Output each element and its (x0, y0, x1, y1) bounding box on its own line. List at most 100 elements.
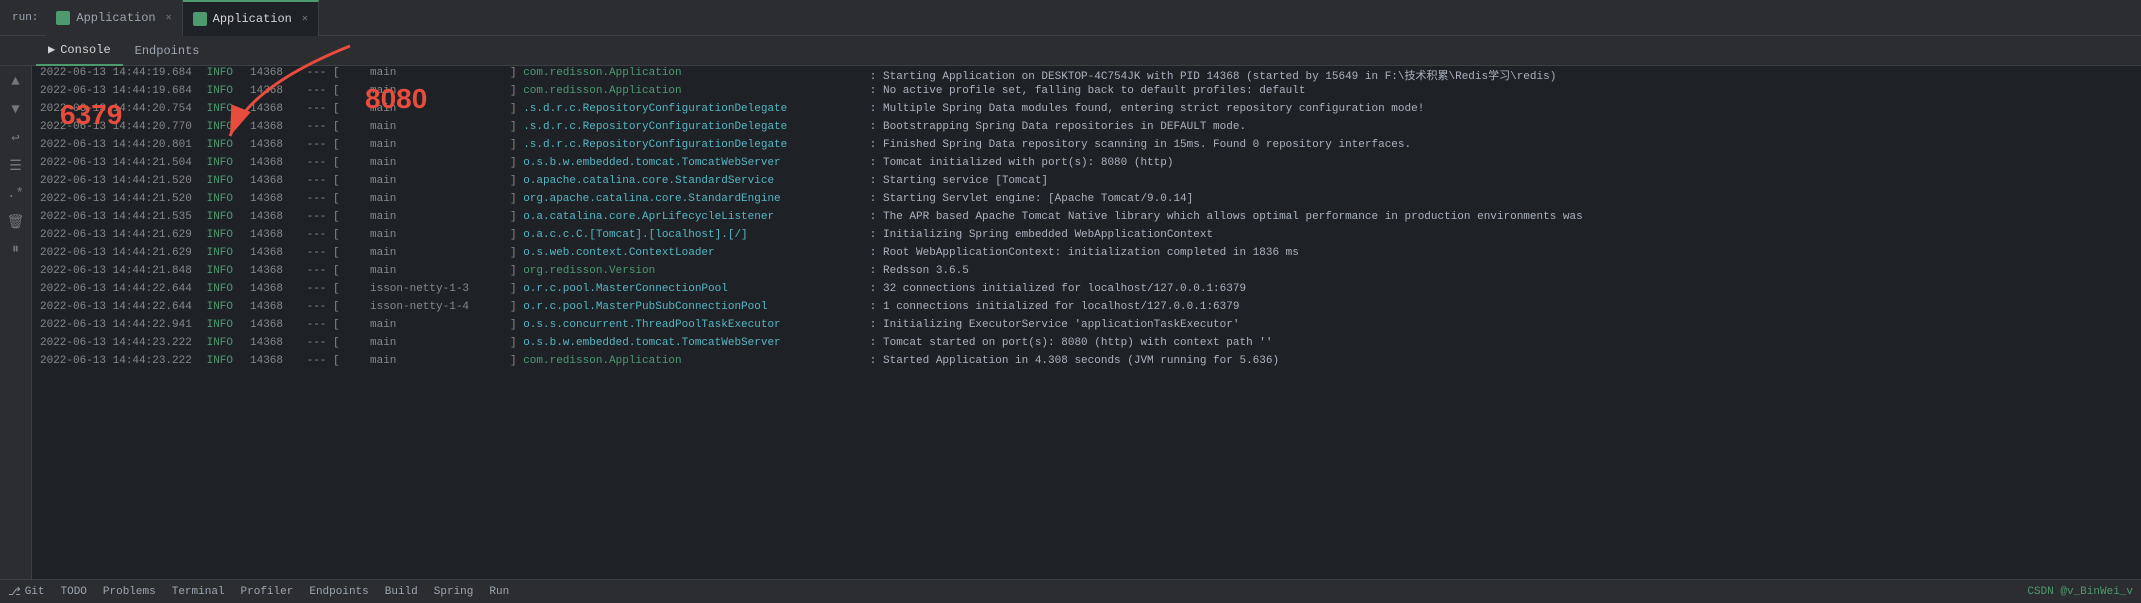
log-thread-close: ] (510, 157, 523, 169)
log-level: INFO (200, 229, 250, 241)
log-thread-close: ] (510, 319, 523, 331)
spring-label: Spring (434, 586, 474, 598)
log-pid: 14368 (250, 193, 300, 205)
log-row: 2022-06-13 14:44:22.644 INFO 14368 --- [… (32, 282, 2141, 300)
subtab-bar: ▶ Console Endpoints (0, 36, 2141, 66)
tab-label-1: Application (76, 11, 155, 25)
log-row: 2022-06-13 14:44:21.629 INFO 14368 --- [… (32, 228, 2141, 246)
log-row: 2022-06-13 14:44:21.520 INFO 14368 --- [… (32, 192, 2141, 210)
endpoints-label: Endpoints (135, 44, 200, 58)
tab-application-2[interactable]: Application ✕ (183, 0, 319, 36)
sidebar-clear-icon[interactable]: 🗑 (4, 210, 28, 234)
subtab-endpoints[interactable]: Endpoints (123, 36, 212, 66)
log-timestamp: 2022-06-13 14:44:22.644 (40, 283, 200, 295)
log-timestamp: 2022-06-13 14:44:20.754 (40, 103, 200, 115)
log-thread-close: ] (510, 85, 523, 97)
log-thread: main (370, 229, 510, 241)
status-problems[interactable]: Problems (103, 586, 156, 598)
log-sep: --- [ (300, 67, 370, 79)
log-logger: com.redisson.Application (523, 355, 863, 367)
status-git[interactable]: ⎇ Git (8, 585, 45, 599)
sidebar-regex-icon[interactable]: .* (4, 182, 28, 206)
log-row: 2022-06-13 14:44:19.684 INFO 14368 --- [… (32, 84, 2141, 102)
log-thread-close: ] (510, 211, 523, 223)
app-icon-1 (56, 11, 70, 25)
sidebar: ▲ ▼ ↩ ☰ .* 🗑 ⏸ (0, 66, 32, 579)
log-thread-close: ] (510, 229, 523, 241)
log-message: : Initializing ExecutorService 'applicat… (863, 319, 2133, 331)
log-sep: --- [ (300, 337, 370, 349)
status-run[interactable]: Run (489, 586, 509, 598)
log-level: INFO (200, 247, 250, 259)
sidebar-wrap-icon[interactable]: ↩ (4, 126, 28, 150)
log-logger: com.redisson.Application (523, 67, 863, 79)
log-logger: .s.d.r.c.RepositoryConfigurationDelegate (523, 121, 863, 133)
console-output[interactable]: 2022-06-13 14:44:19.684 INFO 14368 --- [… (32, 66, 2141, 579)
log-level: INFO (200, 355, 250, 367)
log-thread-close: ] (510, 103, 523, 115)
log-thread-close: ] (510, 247, 523, 259)
tab-close-1[interactable]: ✕ (166, 12, 172, 24)
app-icon-2 (193, 12, 207, 26)
git-label: Git (25, 586, 45, 598)
status-spring[interactable]: Spring (434, 586, 474, 598)
log-row: 2022-06-13 14:44:21.848 INFO 14368 --- [… (32, 264, 2141, 282)
log-thread: main (370, 103, 510, 115)
status-todo[interactable]: TODO (61, 586, 87, 598)
log-level: INFO (200, 193, 250, 205)
sidebar-filter-icon[interactable]: ☰ (4, 154, 28, 178)
log-message: : Tomcat started on port(s): 8080 (http)… (863, 337, 2133, 349)
log-pid: 14368 (250, 319, 300, 331)
log-row: 2022-06-13 14:44:23.222 INFO 14368 --- [… (32, 336, 2141, 354)
log-message: : Starting service [Tomcat] (863, 175, 2133, 187)
log-message: : No active profile set, falling back to… (863, 85, 2133, 97)
log-logger: o.apache.catalina.core.StandardService (523, 175, 863, 187)
log-thread: main (370, 319, 510, 331)
log-message: : Finished Spring Data repository scanni… (863, 139, 2133, 151)
log-thread-close: ] (510, 139, 523, 151)
log-timestamp: 2022-06-13 14:44:19.684 (40, 67, 200, 79)
csdn-watermark: CSDN @v_BinWei_v (2027, 586, 2133, 598)
log-timestamp: 2022-06-13 14:44:21.629 (40, 229, 200, 241)
log-sep: --- [ (300, 283, 370, 295)
subtab-console[interactable]: ▶ Console (36, 36, 123, 66)
status-bar: ⎇ Git TODO Problems Terminal Profiler En… (0, 579, 2141, 603)
log-timestamp: 2022-06-13 14:44:21.535 (40, 211, 200, 223)
tab-close-2[interactable]: ✕ (302, 13, 308, 25)
tab-application-1[interactable]: Application ✕ (46, 0, 182, 36)
log-timestamp: 2022-06-13 14:44:19.684 (40, 85, 200, 97)
log-timestamp: 2022-06-13 14:44:23.222 (40, 337, 200, 349)
log-logger: o.r.c.pool.MasterPubSubConnectionPool (523, 301, 863, 313)
log-pid: 14368 (250, 139, 300, 151)
log-thread-close: ] (510, 337, 523, 349)
run-status-label: Run (489, 586, 509, 598)
status-build[interactable]: Build (385, 586, 418, 598)
log-row: 2022-06-13 14:44:23.222 INFO 14368 --- [… (32, 354, 2141, 372)
log-sep: --- [ (300, 193, 370, 205)
status-terminal[interactable]: Terminal (172, 586, 225, 598)
log-level: INFO (200, 139, 250, 151)
log-timestamp: 2022-06-13 14:44:21.520 (40, 193, 200, 205)
sidebar-up-icon[interactable]: ▲ (4, 70, 28, 94)
log-timestamp: 2022-06-13 14:44:21.520 (40, 175, 200, 187)
log-sep: --- [ (300, 157, 370, 169)
log-thread-close: ] (510, 121, 523, 133)
log-row: 2022-06-13 14:44:21.629 INFO 14368 --- [… (32, 246, 2141, 264)
log-timestamp: 2022-06-13 14:44:22.941 (40, 319, 200, 331)
log-thread: isson-netty-1-4 (370, 301, 510, 313)
sidebar-down-icon[interactable]: ▼ (4, 98, 28, 122)
log-row: 2022-06-13 14:44:19.684 INFO 14368 --- [… (32, 66, 2141, 84)
build-label: Build (385, 586, 418, 598)
status-endpoints[interactable]: Endpoints (309, 586, 368, 598)
log-sep: --- [ (300, 121, 370, 133)
log-level: INFO (200, 67, 250, 79)
tab-label-2: Application (213, 12, 292, 26)
log-thread-close: ] (510, 67, 523, 79)
console-icon: ▶ (48, 42, 55, 57)
log-timestamp: 2022-06-13 14:44:21.629 (40, 247, 200, 259)
log-pid: 14368 (250, 175, 300, 187)
status-profiler[interactable]: Profiler (241, 586, 294, 598)
console-label: Console (60, 43, 110, 57)
log-timestamp: 2022-06-13 14:44:22.644 (40, 301, 200, 313)
sidebar-pause-icon[interactable]: ⏸ (4, 238, 28, 262)
